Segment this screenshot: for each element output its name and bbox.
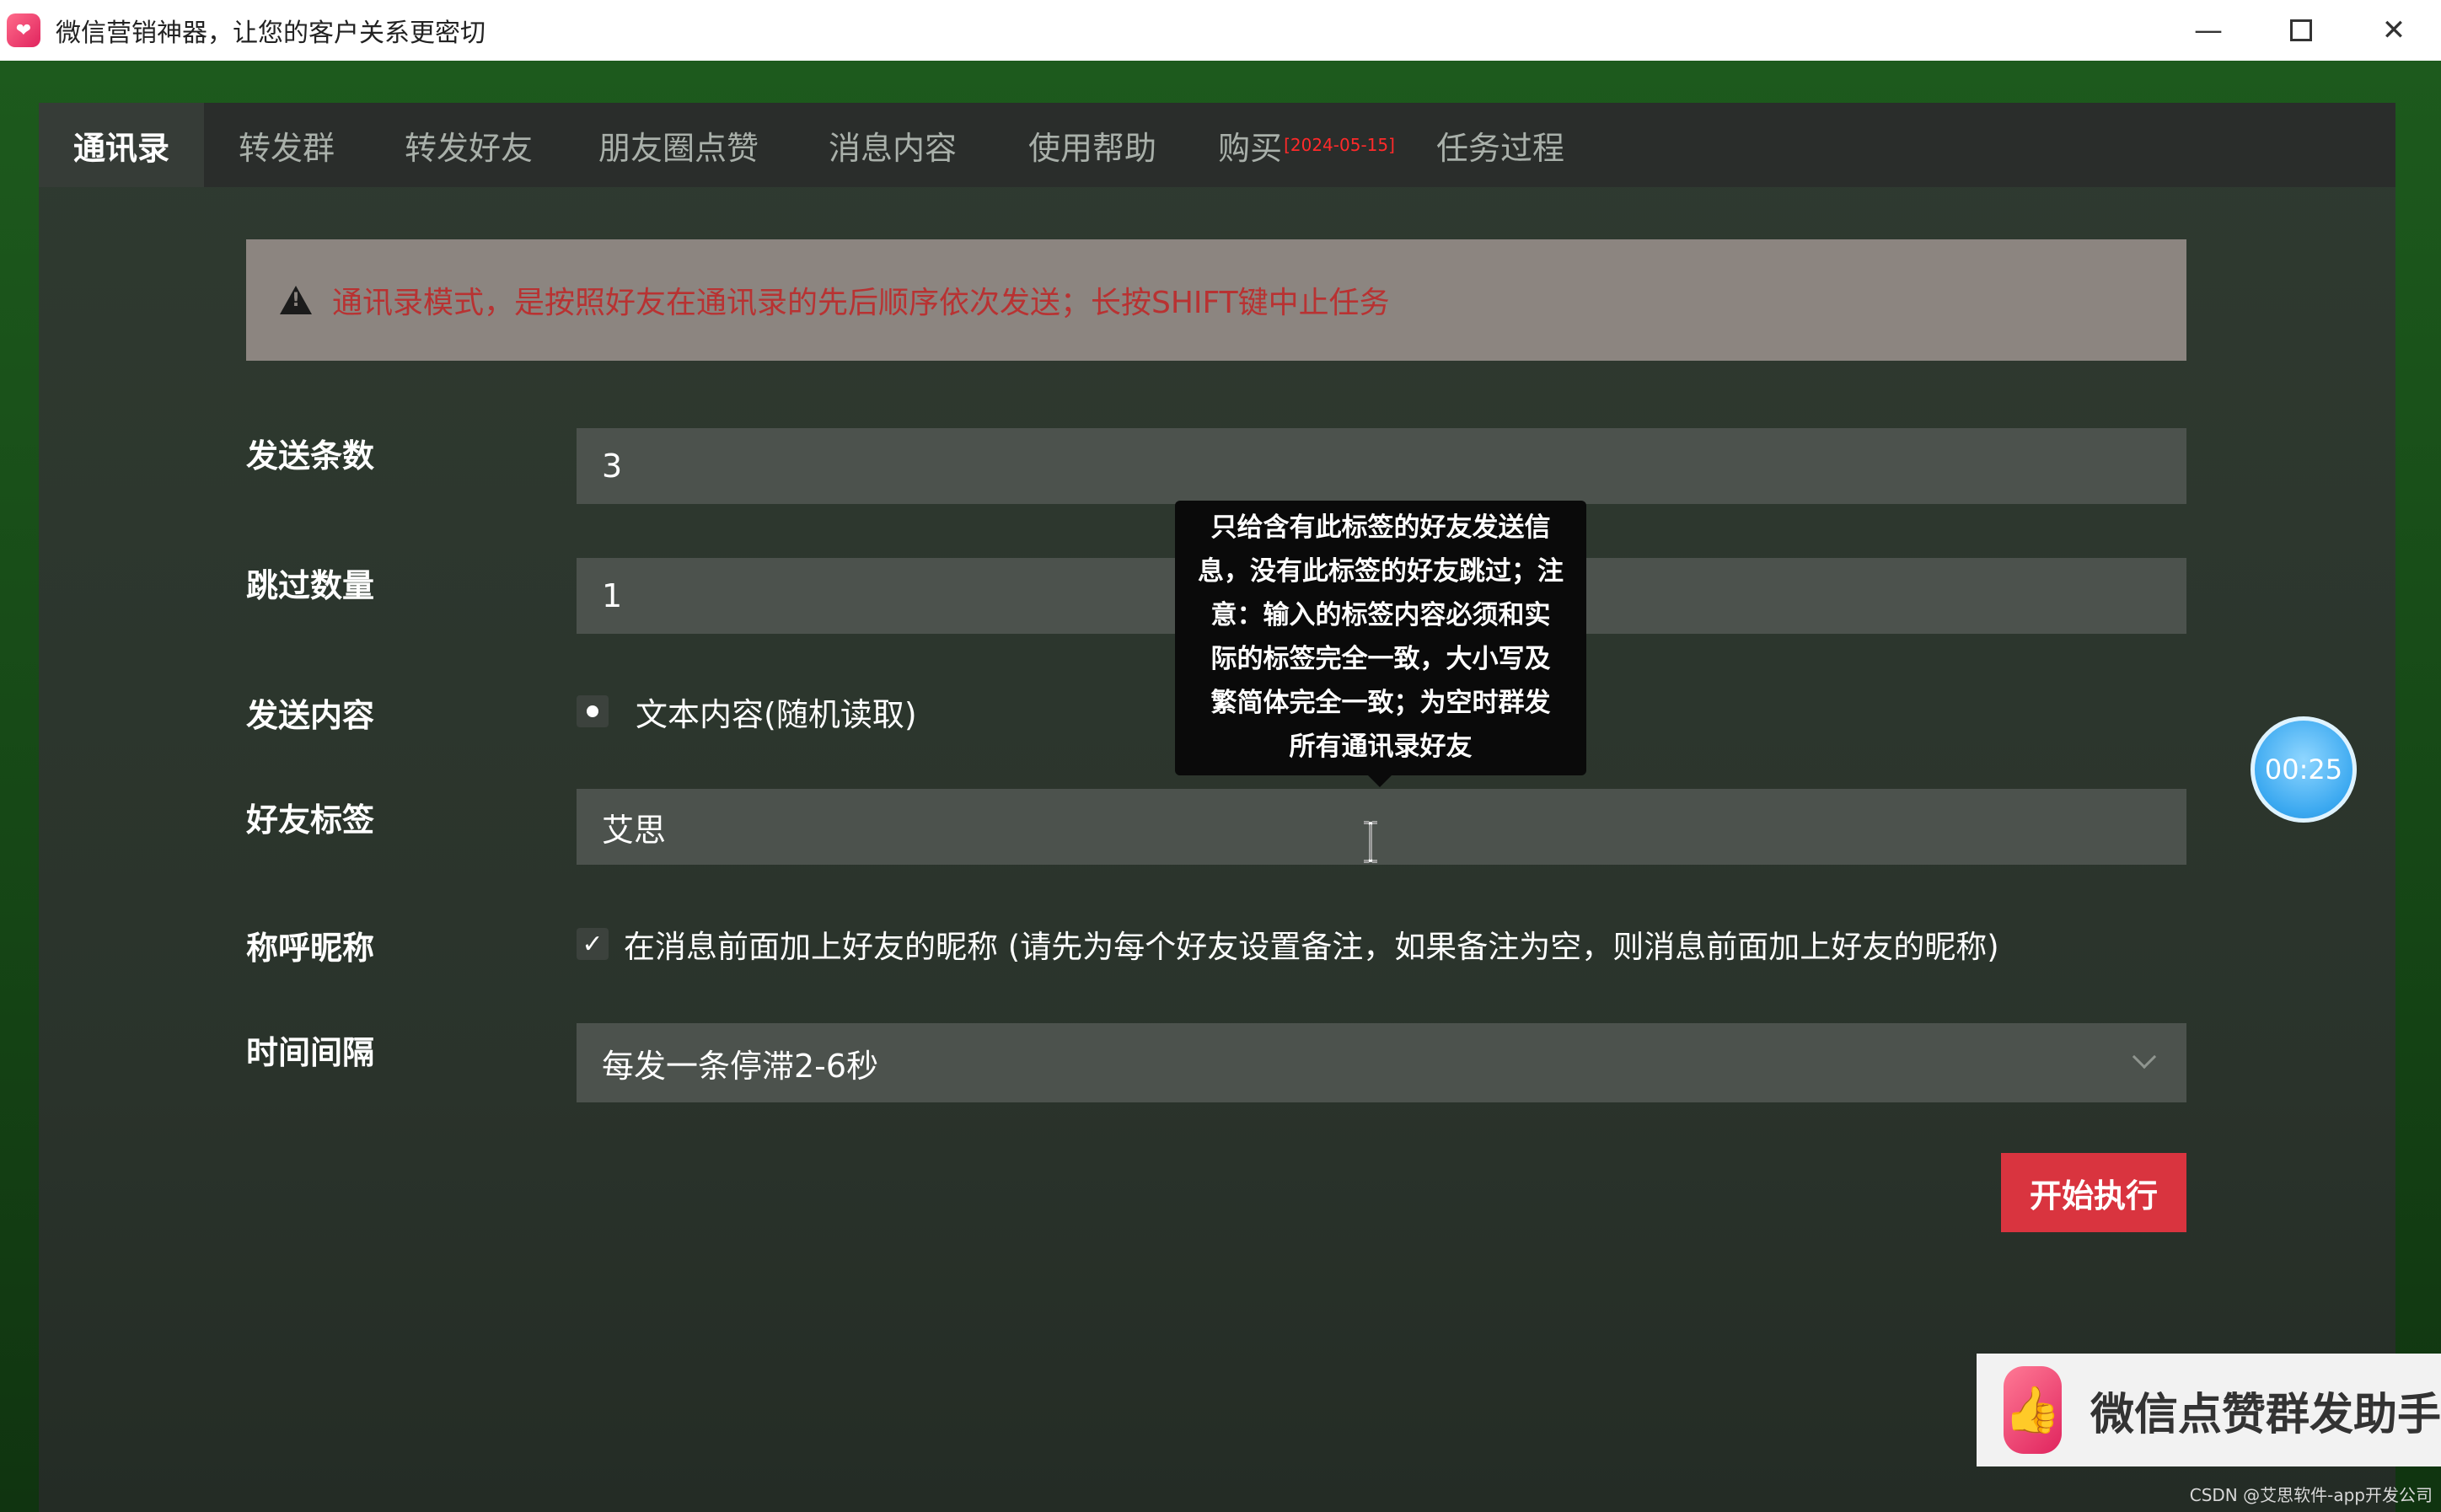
- interval-label: 时间间隔: [246, 1034, 375, 1071]
- text-cursor-icon: [1364, 821, 1377, 863]
- tab-label: 转发好友: [404, 129, 533, 167]
- warning-text: 通讯录模式，是按照好友在通讯录的先后顺序依次发送；长按SHIFT键中止任务: [332, 286, 1390, 320]
- tab-help[interactable]: 使用帮助: [996, 103, 1188, 187]
- radio-label: 文本内容(随机读取): [636, 695, 917, 733]
- interval-select[interactable]: 每发一条停滞2-6秒: [577, 1023, 2186, 1102]
- tab-forward-group[interactable]: 转发群: [204, 103, 369, 187]
- tab-label: 购买: [1218, 129, 1283, 167]
- promo-badge: 👍 微信点赞群发助手: [1977, 1354, 2441, 1466]
- tab-buy-date: [2024-05-15]: [1284, 135, 1395, 155]
- credit-watermark: CSDN @艾思软件-app开发公司: [2189, 1485, 2433, 1505]
- nickname-checkbox[interactable]: ✓ 在消息前面加上好友的昵称 (请先为每个好友设置备注，如果备注为空，则消息前面…: [577, 917, 1999, 971]
- tooltip-line: 所有通讯录好友: [1289, 732, 1473, 762]
- friend-tag-value: 艾思: [602, 811, 667, 849]
- tab-forward-friend[interactable]: 转发好友: [369, 103, 568, 187]
- start-button[interactable]: 开始执行: [2001, 1153, 2186, 1232]
- send-count-label: 发送条数: [246, 437, 375, 475]
- tab-label: 消息内容: [828, 129, 957, 167]
- warning-banner: 通讯录模式，是按照好友在通讯录的先后顺序依次发送；长按SHIFT键中止任务: [246, 239, 2186, 361]
- maximize-icon: [2290, 19, 2312, 41]
- skip-count-value: 1: [602, 577, 623, 614]
- window-title: 微信营销神器，让您的客户关系更密切: [56, 19, 486, 48]
- tooltip-line: 只给含有此标签的好友发送信: [1210, 512, 1551, 543]
- close-button[interactable]: ✕: [2347, 0, 2440, 61]
- warning-triangle-icon: [280, 286, 312, 314]
- checkmark-icon: ✓: [577, 928, 609, 960]
- tab-label: 通讯录: [72, 129, 169, 167]
- app-icon: ❤: [7, 13, 40, 47]
- friend-tag-input[interactable]: 艾思: [577, 789, 2186, 865]
- tooltip-line: 际的标签完全一致，大小写及: [1210, 644, 1551, 674]
- promo-logo-icon: 👍: [2004, 1366, 2062, 1454]
- send-content-label: 发送内容: [246, 697, 375, 734]
- title-bar: ❤ 微信营销神器，让您的客户关系更密切 — ✕: [0, 0, 2441, 61]
- send-count-value: 3: [602, 448, 623, 485]
- main-panel: 通讯录 转发群 转发好友 朋友圈点赞 消息内容 使用帮助 购买 [2024-05…: [39, 103, 2395, 1512]
- tab-task-progress[interactable]: 任务过程: [1424, 103, 1576, 187]
- tab-message-content[interactable]: 消息内容: [789, 103, 996, 187]
- nickname-label: 称呼昵称: [246, 930, 375, 967]
- tooltip-line: 意：输入的标签内容必须和实: [1210, 600, 1551, 630]
- tab-contacts[interactable]: 通讯录: [39, 103, 204, 187]
- tab-label: 朋友圈点赞: [598, 129, 759, 167]
- timer-bubble[interactable]: 00:25: [2251, 716, 2357, 823]
- tooltip-line: 繁简体完全一致；为空时群发: [1210, 688, 1551, 718]
- timer-value: 00:25: [2264, 753, 2343, 785]
- radio-selected-icon: [577, 695, 609, 727]
- close-icon: ✕: [2381, 13, 2406, 47]
- nickname-checkbox-label: 在消息前面加上好友的昵称 (请先为每个好友设置备注，如果备注为空，则消息前面加上…: [624, 929, 1999, 965]
- friend-tag-tooltip: 只给含有此标签的好友发送信 息，没有此标签的好友跳过；注 意：输入的标签内容必须…: [1175, 501, 1586, 775]
- tab-moments-like[interactable]: 朋友圈点赞: [568, 103, 789, 187]
- tab-label: 任务过程: [1435, 129, 1564, 167]
- text-content-radio[interactable]: 文本内容(随机读取): [577, 684, 917, 738]
- interval-value: 每发一条停滞2-6秒: [602, 1047, 879, 1085]
- skip-count-label: 跳过数量: [246, 567, 375, 604]
- maximize-button[interactable]: [2255, 0, 2347, 61]
- minimize-button[interactable]: —: [2162, 0, 2255, 61]
- tooltip-arrow: [1368, 775, 1392, 787]
- minimize-icon: —: [2194, 13, 2223, 47]
- tab-buy[interactable]: 购买 [2024-05-15]: [1188, 103, 1424, 187]
- send-count-input[interactable]: 3: [577, 428, 2186, 504]
- chevron-down-icon: [2132, 1044, 2157, 1070]
- tab-label: 转发群: [238, 129, 335, 167]
- tab-bar: 通讯录 转发群 转发好友 朋友圈点赞 消息内容 使用帮助 购买 [2024-05…: [39, 103, 2395, 187]
- friend-tag-label: 好友标签: [246, 802, 375, 839]
- promo-text: 微信点赞群发助手: [2090, 1389, 2441, 1440]
- tooltip-line: 息，没有此标签的好友跳过；注: [1198, 556, 1564, 587]
- tab-label: 使用帮助: [1027, 129, 1156, 167]
